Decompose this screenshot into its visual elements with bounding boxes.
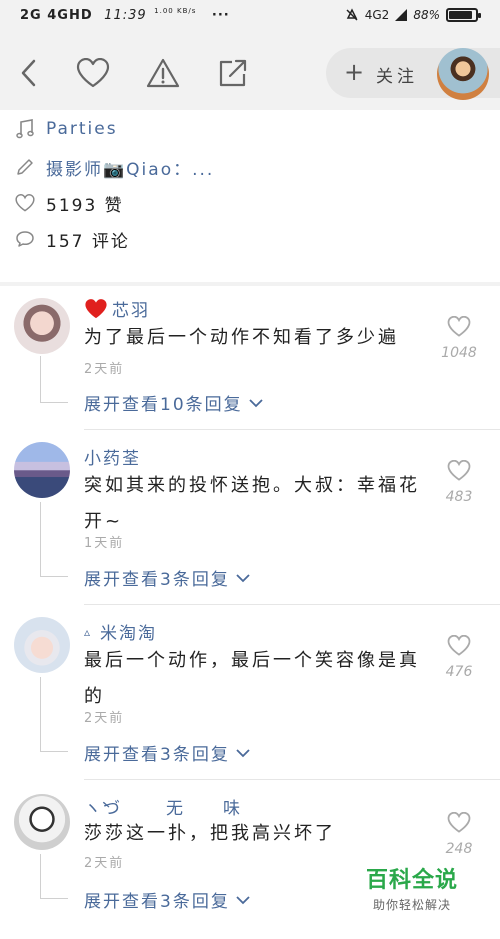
comment-text[interactable]: 为了最后一个动作不知看了多少遍 bbox=[84, 320, 424, 356]
heart-outline-icon bbox=[14, 192, 36, 214]
comment-like-count: 248 bbox=[445, 841, 473, 857]
share-button[interactable] bbox=[214, 54, 252, 92]
follow-label: 关注 bbox=[376, 67, 418, 87]
reply-tree-line bbox=[40, 677, 41, 752]
network-4g: 4GHD bbox=[47, 8, 93, 23]
silent-icon bbox=[346, 8, 358, 21]
reply-tree-branch bbox=[40, 402, 68, 403]
network-2g: 2G bbox=[20, 8, 42, 23]
more-notifications-icon: ··· bbox=[211, 8, 230, 23]
battery-fill bbox=[449, 11, 472, 19]
comment-like-count: 476 bbox=[445, 664, 473, 680]
reply-tree-line bbox=[40, 502, 41, 577]
comment-item: 小药荃 突如其来的投怀送抱。大叔：幸福花开~ 1天前 展开查看3条回复 483 bbox=[0, 430, 500, 605]
chevron-down-icon bbox=[236, 895, 250, 904]
expand-replies-label: 展开查看3条回复 bbox=[84, 892, 230, 912]
name-prefix-icon: ▵ bbox=[84, 624, 93, 639]
author-name: 摄影师📷Qiao：... bbox=[46, 159, 215, 180]
commenter-avatar[interactable] bbox=[14, 442, 70, 498]
status-bar: 2G 4GHD 11:39 1.00 KB/s ··· 4G2 88% bbox=[0, 0, 500, 36]
comments-row: 157 评论 bbox=[14, 224, 130, 254]
heart-icon bbox=[447, 459, 471, 481]
comments-count: 157 评论 bbox=[46, 231, 130, 252]
battery-percent: 88% bbox=[413, 8, 440, 22]
section-gap bbox=[0, 282, 500, 286]
plus-icon: + bbox=[344, 58, 365, 86]
comment-text[interactable]: 最后一个动作，最后一个笑容像是真的 bbox=[84, 643, 424, 715]
watermark-title: 百科全说 bbox=[365, 868, 458, 893]
heart-icon bbox=[447, 811, 471, 833]
video-info: Parties 摄影师📷Qiao：... 5193 赞 157 评论 bbox=[0, 110, 500, 282]
comment-time: 2天前 bbox=[84, 362, 125, 377]
status-time: 11:39 bbox=[104, 8, 147, 23]
commenter-name-text: 芯羽 bbox=[112, 301, 150, 321]
watermark-subtitle: 助你轻松解决 bbox=[372, 898, 451, 912]
network-speed: 1.00 KB/s bbox=[154, 7, 197, 15]
commenter-name[interactable]: 小药荃 bbox=[84, 444, 141, 469]
pencil-icon bbox=[14, 156, 36, 178]
comment-like-button[interactable]: 1048 bbox=[434, 315, 484, 361]
expand-replies-button[interactable]: 展开查看3条回复 bbox=[84, 740, 250, 765]
comment-like-count: 1048 bbox=[441, 345, 477, 361]
reply-tree-line bbox=[40, 854, 41, 899]
status-right: 4G2 88% bbox=[345, 8, 481, 22]
like-video-button[interactable] bbox=[74, 54, 112, 92]
signal-icon bbox=[395, 9, 408, 21]
comment-item: ヽ̀づ 无 味 莎莎这一扑，把我高兴坏了 2天前 展开查看3条回复 248 bbox=[0, 780, 500, 939]
commenter-name-text: 小药荃 bbox=[84, 449, 141, 469]
signal-label: 4G2 bbox=[364, 8, 390, 22]
likes-row: 5193 赞 bbox=[14, 188, 124, 218]
reply-tree-branch bbox=[40, 898, 68, 899]
likes-count: 5193 赞 bbox=[46, 195, 124, 216]
commenter-name[interactable]: ▵ 米淘淘 bbox=[84, 619, 157, 644]
watermark: 百科全说 助你轻松解决 bbox=[352, 862, 472, 913]
red-heart-icon bbox=[85, 298, 107, 318]
comment-like-button[interactable]: 248 bbox=[434, 811, 484, 857]
comment-time: 2天前 bbox=[84, 856, 125, 871]
chevron-down-icon bbox=[249, 398, 263, 407]
author-avatar[interactable] bbox=[437, 48, 489, 100]
author-row[interactable]: 摄影师📷Qiao：... bbox=[14, 152, 214, 182]
music-title: Parties bbox=[46, 119, 118, 139]
comment-time: 2天前 bbox=[84, 711, 125, 726]
top-toolbar: + 关注 bbox=[0, 36, 500, 110]
commenter-name[interactable]: 芯羽 bbox=[84, 296, 150, 321]
comment-time: 1天前 bbox=[84, 536, 125, 551]
expand-replies-button[interactable]: 展开查看10条回复 bbox=[84, 390, 263, 415]
comment-item: 芯羽 为了最后一个动作不知看了多少遍 2天前 展开查看10条回复 1048 bbox=[0, 288, 500, 430]
music-note-icon bbox=[14, 118, 36, 140]
back-arrow-icon bbox=[21, 59, 36, 87]
back-button[interactable] bbox=[10, 54, 48, 92]
commenter-avatar[interactable] bbox=[14, 617, 70, 673]
chevron-down-icon bbox=[236, 573, 250, 582]
reply-tree-branch bbox=[40, 751, 68, 752]
comment-text[interactable]: 莎莎这一扑，把我高兴坏了 bbox=[84, 816, 424, 852]
comment-like-button[interactable]: 483 bbox=[434, 459, 484, 505]
warning-icon bbox=[146, 58, 180, 88]
commenter-name-text: 米淘淘 bbox=[100, 624, 158, 644]
comment-bubble-icon bbox=[14, 228, 36, 250]
reply-tree-branch bbox=[40, 576, 68, 577]
music-row[interactable]: Parties bbox=[14, 114, 118, 144]
heart-icon bbox=[447, 634, 471, 656]
heart-icon bbox=[76, 58, 110, 88]
expand-replies-label: 展开查看3条回复 bbox=[84, 745, 230, 765]
share-icon bbox=[219, 59, 247, 87]
report-button[interactable] bbox=[144, 54, 182, 92]
comment-like-count: 483 bbox=[445, 489, 473, 505]
expand-replies-label: 展开查看3条回复 bbox=[84, 570, 230, 590]
expand-replies-label: 展开查看10条回复 bbox=[84, 395, 243, 415]
commenter-avatar[interactable] bbox=[14, 298, 70, 354]
battery-icon bbox=[446, 8, 481, 22]
comment-like-button[interactable]: 476 bbox=[434, 634, 484, 680]
reply-tree-line bbox=[40, 356, 41, 403]
chevron-down-icon bbox=[236, 748, 250, 757]
comment-text[interactable]: 突如其来的投怀送抱。大叔：幸福花开~ bbox=[84, 468, 424, 540]
expand-replies-button[interactable]: 展开查看3条回复 bbox=[84, 565, 250, 590]
expand-replies-button[interactable]: 展开查看3条回复 bbox=[84, 887, 250, 912]
comment-item: ▵ 米淘淘 最后一个动作，最后一个笑容像是真的 2天前 展开查看3条回复 476 bbox=[0, 605, 500, 780]
commenter-avatar[interactable] bbox=[14, 794, 70, 850]
status-left: 2G 4GHD 11:39 1.00 KB/s ··· bbox=[20, 7, 230, 24]
heart-icon bbox=[447, 315, 471, 337]
